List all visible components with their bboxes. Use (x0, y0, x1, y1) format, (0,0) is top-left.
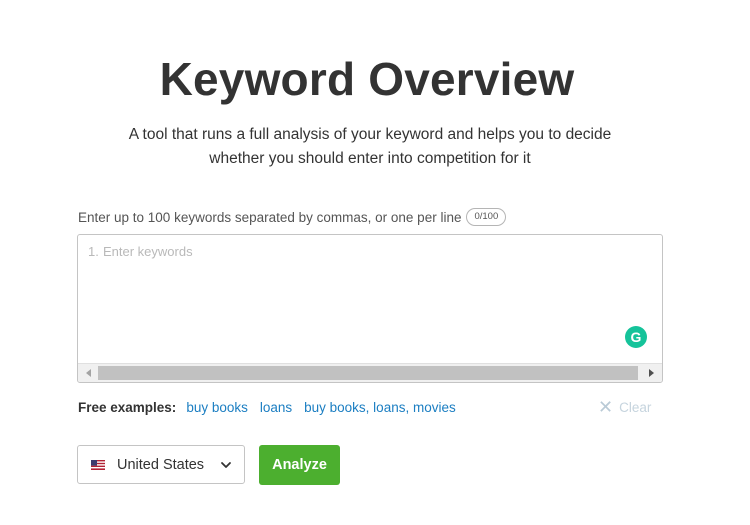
grammarly-icon[interactable]: G (625, 326, 647, 348)
country-select-value: United States (117, 456, 205, 473)
keywords-textarea[interactable]: 1. Enter keywords G (77, 234, 663, 383)
example-link-buy-books-loans-movies[interactable]: buy books, loans, movies (304, 400, 456, 415)
example-link-loans[interactable]: loans (260, 400, 292, 415)
chevron-down-icon (221, 461, 231, 468)
free-examples-label: Free examples: (78, 399, 177, 415)
page-title: Keyword Overview (159, 53, 575, 105)
keywords-input-label: Enter up to 100 keywords separated by co… (78, 209, 462, 225)
clear-label: Clear (619, 399, 652, 415)
free-examples-row: Free examples: buy books loans buy books… (78, 397, 468, 417)
keyword-overview-page: Keyword Overview A tool that runs a full… (0, 0, 750, 525)
horizontal-scrollbar[interactable] (78, 363, 662, 382)
example-link-buy-books[interactable]: buy books (186, 400, 248, 415)
page-subtitle: A tool that runs a full analysis of your… (100, 123, 640, 171)
scrollbar-thumb[interactable] (98, 366, 638, 380)
scroll-left-arrow-icon[interactable] (80, 364, 98, 382)
keywords-placeholder: Enter keywords (103, 244, 193, 259)
keyword-counter-badge: 0/100 (466, 208, 507, 226)
keywords-input-label-row: Enter up to 100 keywords separated by co… (78, 207, 507, 227)
scroll-right-arrow-icon[interactable] (642, 364, 660, 382)
country-select[interactable]: United States (77, 445, 245, 484)
close-icon: ✕ (598, 396, 614, 417)
clear-button[interactable]: ✕ Clear (598, 397, 651, 417)
us-flag-icon (91, 459, 105, 470)
subtitle-line-2: whether you should enter into competitio… (209, 150, 531, 167)
line-number: 1. (88, 244, 99, 259)
analyze-button[interactable]: Analyze (259, 445, 340, 485)
subtitle-line-1: A tool that runs a full analysis of your… (128, 126, 612, 143)
